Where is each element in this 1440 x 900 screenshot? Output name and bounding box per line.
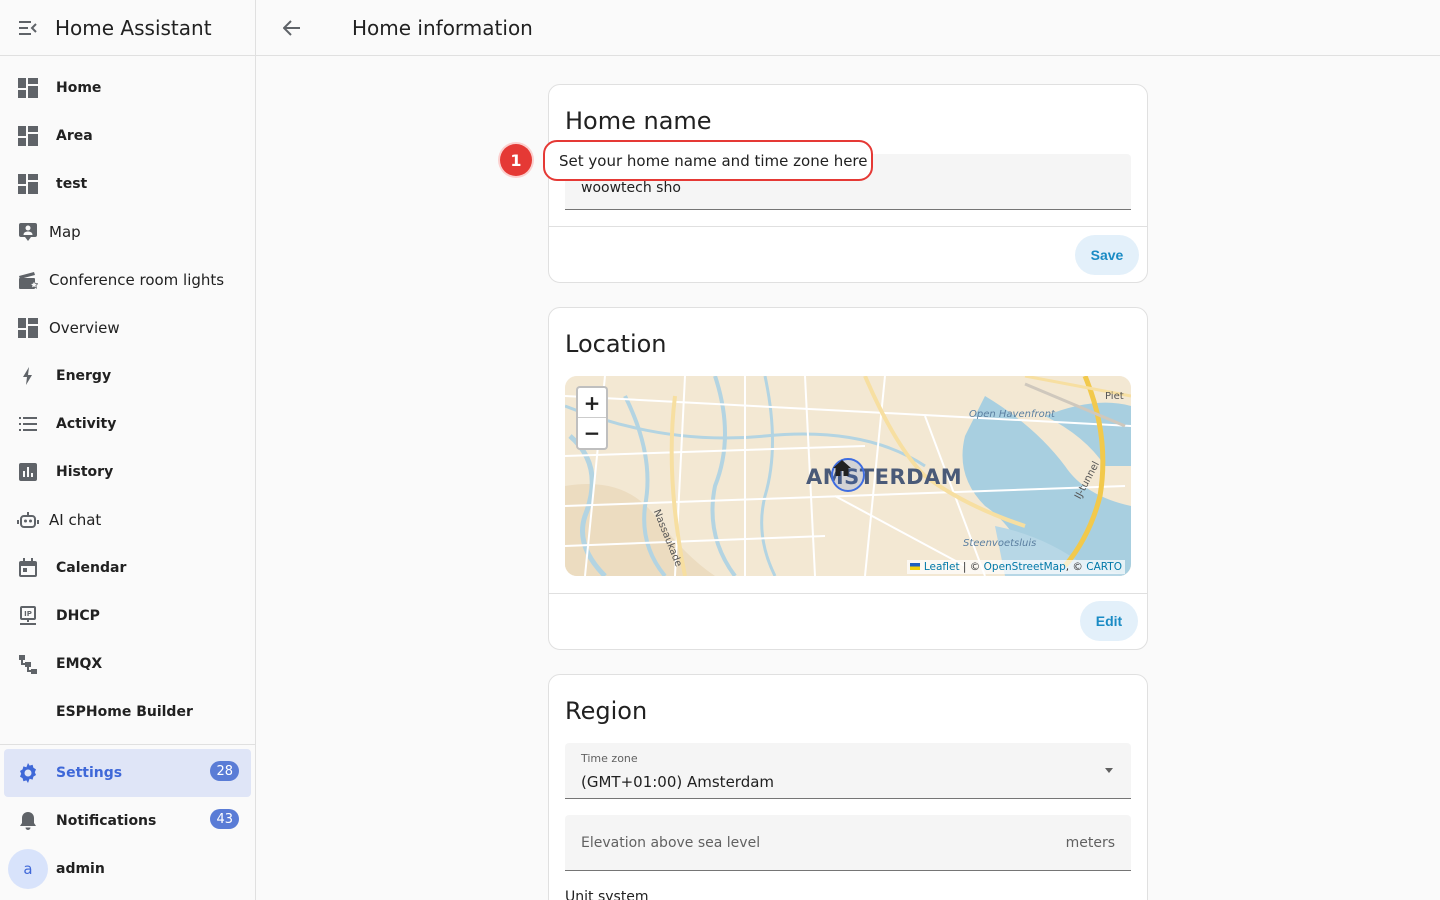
carto-link[interactable]: CARTO [1086, 561, 1122, 573]
settings-badge: 28 [210, 761, 239, 781]
map-person-icon [16, 220, 40, 244]
card-title: Region [565, 697, 648, 725]
sidebar-bottom: Settings 28 Notifications 43 a admin [0, 744, 255, 893]
elevation-placeholder: Elevation above sea level [581, 835, 761, 851]
elevation-suffix: meters [1065, 835, 1115, 851]
sidebar-item-test[interactable]: test [0, 160, 255, 208]
sidebar-item-label: Home [56, 80, 102, 96]
zoom-in-button[interactable]: + [578, 388, 606, 418]
openstreetmap-link[interactable]: OpenStreetMap [984, 561, 1066, 573]
step-number-badge: 1 [500, 144, 532, 176]
dashboard-icon [16, 316, 40, 340]
map-label: Piet [1105, 391, 1124, 402]
list-icon [16, 412, 40, 436]
dashboard-icon [16, 172, 40, 196]
menu-collapse-icon[interactable] [16, 16, 40, 40]
location-card: Location + − AMSTERDAM Open Havenfront P… [548, 307, 1148, 650]
sidebar-item-label: Activity [56, 416, 117, 432]
sidebar-item-label: test [56, 176, 88, 192]
sidebar-item-label: Notifications [56, 813, 157, 829]
timezone-value: (GMT+01:00) Amsterdam [581, 773, 775, 791]
leaflet-link[interactable]: Leaflet [924, 561, 960, 573]
sidebar-item-map[interactable]: Map [0, 208, 255, 256]
timezone-label: Time zone [581, 752, 638, 765]
zoom-out-button[interactable]: − [578, 418, 606, 448]
sidebar-item-dhcp[interactable]: IP DHCP [0, 592, 255, 640]
location-map[interactable]: + − AMSTERDAM Open Havenfront Piet IJ-tu… [565, 376, 1131, 576]
back-arrow-icon[interactable] [280, 16, 304, 40]
tutorial-callout: Set your home name and time zone here [543, 140, 873, 181]
sidebar-item-label: Calendar [56, 560, 127, 576]
card-divider [549, 593, 1147, 594]
svg-text:IP: IP [24, 610, 32, 618]
sidebar-item-label: Conference room lights [49, 271, 225, 289]
sidebar-item-energy[interactable]: Energy [0, 352, 255, 400]
card-title: Home name [565, 107, 712, 135]
timezone-select[interactable]: Time zone (GMT+01:00) Amsterdam [565, 743, 1131, 799]
sidebar-item-label: DHCP [56, 608, 100, 624]
sidebar-item-calendar[interactable]: Calendar [0, 544, 255, 592]
map-label: Steenvoetsluis [963, 538, 1037, 549]
edit-button[interactable]: Edit [1080, 601, 1138, 641]
sidebar-item-conference-room-lights[interactable]: Conference room lights [0, 256, 255, 304]
chevron-down-icon [1105, 768, 1113, 773]
zoom-control: + − [576, 386, 608, 450]
chart-icon [16, 460, 40, 484]
sidebar-item-notifications[interactable]: Notifications 43 [0, 797, 255, 845]
bell-icon [16, 809, 40, 833]
sidebar-item-activity[interactable]: Activity [0, 400, 255, 448]
sidebar-item-label: Energy [56, 368, 112, 384]
sidebar-item-emqx[interactable]: EMQX [0, 640, 255, 688]
sidebar-item-label: Area [56, 128, 93, 144]
top-bar: Home information [256, 0, 1440, 56]
elevation-field[interactable]: Elevation above sea level meters [565, 815, 1131, 871]
sidebar-item-label: ESPHome Builder [56, 704, 193, 720]
unit-system-label: Unit system [565, 889, 649, 900]
sidebar-item-ai-chat[interactable]: AI chat [0, 496, 255, 544]
sidebar-item-history[interactable]: History [0, 448, 255, 496]
sidebar-item-user[interactable]: a admin [0, 845, 255, 893]
clapperboard-icon [16, 268, 40, 292]
gear-icon [16, 761, 40, 785]
user-name: admin [56, 861, 105, 877]
dashboard-icon [16, 76, 40, 100]
page-title: Home information [352, 15, 533, 40]
calendar-icon [16, 556, 40, 580]
sidebar-item-label: Map [49, 223, 81, 241]
map-label: Open Havenfront [969, 409, 1055, 420]
card-divider [549, 226, 1147, 227]
map-city-label: AMSTERDAM [806, 465, 963, 489]
sidebar-item-label: AI chat [49, 511, 102, 529]
home-name-card: Home name woowtech sho Save [548, 84, 1148, 283]
sidebar-item-area[interactable]: Area [0, 112, 255, 160]
attribution-separator: | © [959, 561, 984, 573]
sidebar-item-settings[interactable]: Settings 28 [4, 749, 251, 797]
home-name-value: woowtech sho [581, 180, 681, 196]
avatar: a [8, 849, 48, 889]
attribution-separator: , © [1065, 561, 1087, 573]
lightning-icon [16, 364, 40, 388]
sidebar: Home Assistant Home Area test Map Confer… [0, 0, 256, 900]
sidebar-nav: Home Area test Map Conference room light… [0, 64, 255, 736]
save-button[interactable]: Save [1075, 235, 1139, 275]
sidebar-item-label: Overview [49, 319, 120, 337]
network-icon: IP [16, 604, 40, 628]
card-title: Location [565, 330, 667, 358]
sidebar-item-label: History [56, 464, 114, 480]
app-title: Home Assistant [55, 15, 212, 40]
ukraine-flag-icon [910, 563, 921, 570]
dashboard-icon [16, 124, 40, 148]
region-card: Region Time zone (GMT+01:00) Amsterdam E… [548, 674, 1148, 900]
home-location-marker[interactable] [831, 458, 865, 492]
sitemap-icon [16, 652, 40, 676]
map-attribution: Leaflet | © OpenStreetMap, © CARTO [907, 560, 1125, 574]
sidebar-item-label: Settings [56, 765, 123, 781]
sidebar-header: Home Assistant [0, 0, 255, 56]
robot-icon [16, 508, 40, 532]
notifications-badge: 43 [210, 809, 239, 829]
sidebar-item-esphome-builder[interactable]: ESPHome Builder [0, 688, 255, 736]
sidebar-item-overview[interactable]: Overview [0, 304, 255, 352]
sidebar-item-home[interactable]: Home [0, 64, 255, 112]
sidebar-item-label: EMQX [56, 656, 103, 672]
